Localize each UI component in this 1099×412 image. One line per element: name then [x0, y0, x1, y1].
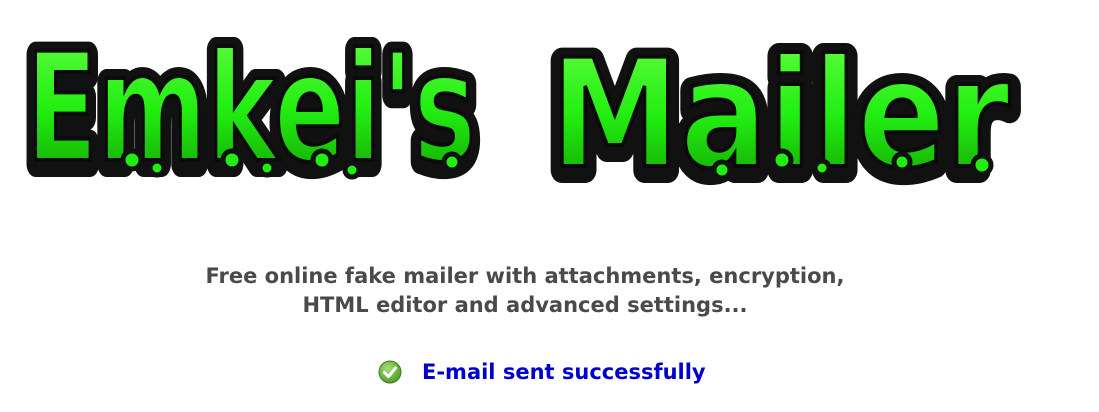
status-message: E-mail sent successfully	[378, 358, 706, 386]
check-circle-icon	[378, 360, 402, 384]
svg-text:Emkei's: Emkei's	[26, 22, 476, 196]
tagline-line-1: Free online fake mailer with attachments…	[205, 264, 845, 288]
tagline: Free online fake mailer with attachments…	[0, 262, 1050, 320]
svg-text:Mailer: Mailer	[550, 28, 1010, 202]
logo-letters: Emkei's Mailer	[24, 20, 1012, 204]
site-logo: Emkei's Mailer Emkei's Mailer	[22, 13, 1023, 210]
status-text: E-mail sent successfully	[422, 360, 706, 384]
tagline-line-2: HTML editor and advanced settings...	[302, 293, 748, 317]
